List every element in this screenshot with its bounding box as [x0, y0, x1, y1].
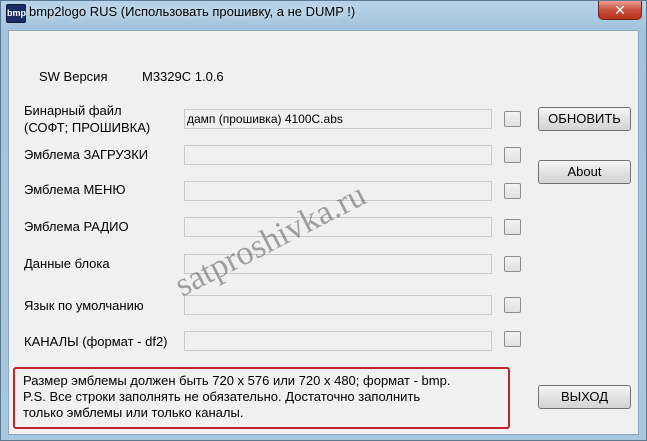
default-language-label: Язык по умолчанию	[24, 298, 144, 313]
block-data-label: Данные блока	[24, 256, 110, 271]
exit-button[interactable]: ВЫХОД	[538, 385, 631, 409]
channels-checkbox[interactable]	[504, 331, 521, 347]
default-language-checkbox[interactable]	[504, 297, 521, 313]
refresh-button[interactable]: ОБНОВИТЬ	[538, 107, 631, 131]
radio-logo-field[interactable]	[184, 217, 492, 237]
window-title: bmp2logo RUS (Использовать прошивку, а н…	[29, 4, 356, 19]
menu-logo-label: Эмблема МЕНЮ	[24, 182, 126, 197]
client-area: SW Версия M3329C 1.0.6 Бинарный файл (СО…	[8, 30, 639, 435]
app-icon: bmp	[6, 4, 26, 23]
about-button[interactable]: About	[538, 160, 631, 184]
note-line-2: P.S. Все строки заполнять не обязательно…	[23, 389, 421, 404]
note-line-3: только эмблемы или только каналы.	[23, 405, 244, 420]
note-line-1: Размер эмблемы должен быть 720 х 576 или…	[23, 373, 451, 388]
title-bar[interactable]: bmp bmp2logo RUS (Использовать прошивку,…	[1, 1, 646, 25]
menu-logo-field[interactable]	[184, 181, 492, 201]
block-data-checkbox[interactable]	[504, 256, 521, 272]
menu-logo-checkbox[interactable]	[504, 183, 521, 199]
info-note: Размер эмблемы должен быть 720 х 576 или…	[13, 367, 510, 429]
radio-logo-checkbox[interactable]	[504, 219, 521, 235]
sw-version-value: M3329C 1.0.6	[142, 69, 224, 84]
binary-file-sublabel: (СОФТ; ПРОШИВКА)	[24, 120, 151, 135]
block-data-field[interactable]	[184, 254, 492, 274]
boot-logo-label: Эмблема ЗАГРУЗКИ	[24, 147, 149, 162]
channels-label: КАНАЛЫ (формат - df2)	[24, 334, 168, 349]
close-button[interactable]: ✕	[598, 1, 642, 20]
default-language-field[interactable]	[184, 295, 492, 315]
boot-logo-checkbox[interactable]	[504, 147, 521, 163]
boot-logo-field[interactable]	[184, 145, 492, 165]
app-window: bmp bmp2logo RUS (Использовать прошивку,…	[0, 0, 647, 441]
channels-field[interactable]	[184, 331, 492, 351]
binary-file-field[interactable]: дамп (прошивка) 4100C.abs	[184, 109, 492, 129]
binary-file-checkbox[interactable]	[504, 111, 521, 127]
radio-logo-label: Эмблема РАДИО	[24, 219, 129, 234]
binary-file-label: Бинарный файл	[24, 103, 122, 118]
sw-version-label: SW Версия	[39, 69, 108, 84]
